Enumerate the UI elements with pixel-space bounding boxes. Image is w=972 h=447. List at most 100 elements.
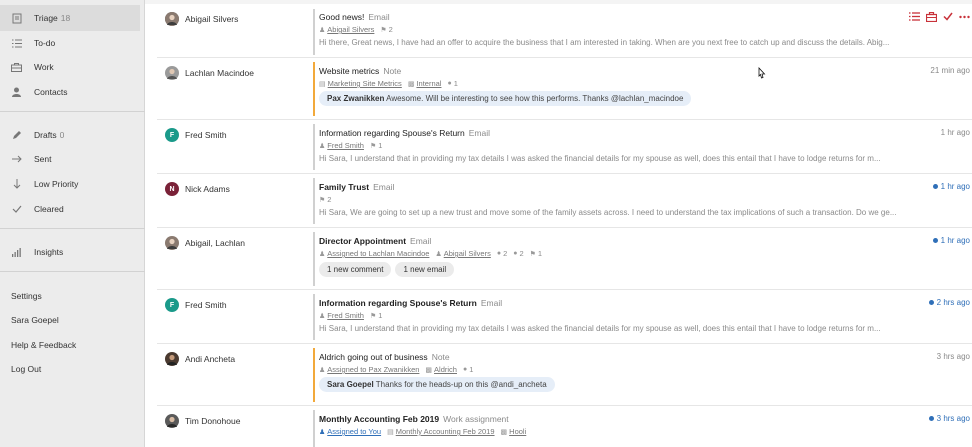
new-email-chip[interactable]: 1 new email (395, 262, 455, 277)
item-title[interactable]: Information regarding Spouse's Return (319, 128, 465, 138)
sidebar-item-work[interactable]: Work (0, 54, 140, 80)
item-kind: Email (368, 12, 390, 22)
list-item[interactable]: Abigail, Lachlan Director Appointment Ema… (157, 228, 972, 290)
person-icon (10, 86, 23, 99)
avatar (165, 414, 179, 428)
item-title[interactable]: Monthly Accounting Feb 2019 (319, 414, 439, 424)
sidebar-item-triage[interactable]: Triage 18 (0, 5, 140, 31)
list-item[interactable]: Abigail Silvers Good news! Email ♟ Abigail… (157, 4, 972, 58)
sender-name: Abigail, Lachlan (185, 238, 246, 248)
linked-item[interactable]: Marketing Site Metrics (328, 79, 402, 88)
item-title[interactable]: Director Appointment (319, 236, 406, 246)
assignee-link[interactable]: Abigail Silvers (327, 25, 374, 34)
briefcase-icon[interactable] (925, 11, 938, 25)
assigned-to-link[interactable]: Assigned to You (327, 427, 381, 436)
mouse-cursor-icon (756, 66, 766, 83)
type-bar (313, 410, 315, 447)
sidebar-item-label: Contacts (34, 87, 68, 97)
flag-icon: ⚑ (380, 26, 387, 34)
user-name[interactable]: Sara Goepel (11, 315, 59, 325)
sender-name: Andi Ancheta (185, 354, 236, 364)
assigned-to-link[interactable]: Assigned to Lachlan Macindoe (327, 249, 429, 258)
assignee-link[interactable]: Fred Smith (327, 141, 364, 150)
sidebar-item-label: Insights (34, 247, 64, 257)
item-title[interactable]: Information regarding Spouse's Return (319, 298, 477, 308)
document-icon: ▤ (387, 428, 394, 436)
folder-link[interactable]: Aldrich (434, 365, 457, 374)
check-icon (10, 203, 23, 216)
item-title[interactable]: Website metrics (319, 66, 379, 76)
sidebar: Triage 18 To-do Work Contacts Drafts 0 S… (0, 0, 145, 447)
folder-link[interactable]: Internal (416, 79, 441, 88)
sidebar-divider (0, 111, 145, 112)
flag-icon: ⚑ (369, 142, 377, 150)
sender-name: Abigail Silvers (185, 14, 239, 24)
check-icon[interactable] (943, 12, 953, 25)
comment-author: Pax Zwanikken (327, 94, 385, 103)
flag-icon: ⚑ (369, 312, 377, 320)
sidebar-item-label: Low Priority (34, 179, 79, 189)
logout-link[interactable]: Log Out (11, 364, 41, 374)
item-content: Family Trust Email ⚑ 2 Hi Sara, We are goi… (319, 182, 939, 217)
item-title[interactable]: Aldrich going out of business (319, 352, 428, 362)
sidebar-item-contacts[interactable]: Contacts (0, 79, 140, 105)
comment-preview[interactable]: Sara Goepel Thanks for the heads-up on t… (319, 377, 555, 392)
comment-icon: ● (462, 366, 468, 373)
assigned-to-link[interactable]: Assigned to Pax Zwanikken (327, 365, 419, 374)
item-title[interactable]: Good news! (319, 12, 364, 22)
item-content: Director Appointment Email ♟ Assigned to L… (319, 236, 939, 277)
help-feedback-link[interactable]: Help & Feedback (11, 340, 76, 350)
type-bar (313, 178, 315, 224)
person-icon: ♟ (319, 250, 326, 258)
comment-icon: ● (447, 80, 452, 87)
item-time: 3 hrs ago (928, 414, 970, 423)
item-time: 3 hrs ago (936, 352, 970, 361)
sidebar-item-sent[interactable]: Sent (0, 146, 140, 172)
item-content: Information regarding Spouse's Return Ema… (319, 298, 939, 333)
folder-icon: ▩ (407, 80, 415, 88)
linked-item[interactable]: Monthly Accounting Feb 2019 (396, 427, 495, 436)
item-title[interactable]: Family Trust (319, 182, 369, 192)
item-kind: Work assignment (443, 414, 509, 424)
list-icon[interactable] (909, 12, 920, 25)
assignee-link[interactable]: Fred Smith (327, 311, 364, 320)
sender-name: Nick Adams (185, 184, 230, 194)
pencil-icon (10, 129, 23, 142)
flag-icon: ⚑ (529, 250, 536, 258)
item-kind: Note (431, 352, 450, 362)
sidebar-item-todo[interactable]: To-do (0, 30, 140, 56)
item-time: 1 hr ago (932, 182, 970, 191)
folder-link[interactable]: Hooli (509, 427, 526, 436)
list-item[interactable]: Tim Donohoue Monthly Accounting Feb 2019… (157, 406, 972, 447)
avatar: F (165, 128, 179, 142)
person-icon: ♟ (319, 366, 326, 374)
assignee-link[interactable]: Abigail Silvers (444, 249, 491, 258)
sidebar-divider (0, 228, 145, 229)
type-bar (313, 9, 315, 55)
list-item[interactable]: N Nick Adams Family Trust Email ⚑ 2 Hi Sar… (157, 174, 972, 228)
sidebar-divider (0, 271, 145, 272)
type-bar (313, 124, 315, 170)
sidebar-item-low-priority[interactable]: Low Priority (0, 171, 140, 197)
item-time: 1 hr ago (940, 128, 970, 137)
list-item[interactable]: Andi Ancheta Aldrich going out of busine… (157, 344, 972, 406)
people-icon: ● (496, 250, 502, 257)
sidebar-item-cleared[interactable]: Cleared (0, 196, 140, 222)
list-icon (10, 37, 23, 50)
new-comment-chip[interactable]: 1 new comment (319, 262, 392, 277)
flag-count: 2 (388, 25, 393, 34)
sidebar-item-label: Cleared (34, 204, 64, 214)
item-content: Good news! Email ♟ Abigail Silvers ⚑ 2 Hi t… (319, 12, 939, 47)
sidebar-item-drafts[interactable]: Drafts 0 (0, 122, 140, 148)
list-item[interactable]: F Fred Smith Information regarding Spous… (157, 120, 972, 174)
comment-preview[interactable]: Pax Zwanikken Awesome. Will be interesti… (319, 91, 692, 106)
item-time: 1 hr ago (932, 236, 970, 245)
list-item[interactable]: Lachlan Macindoe Website metrics Note ▤ Ma… (157, 58, 972, 120)
more-icon[interactable] (959, 12, 970, 25)
settings-link[interactable]: Settings (11, 291, 42, 301)
item-content: Website metrics Note ▤ Marketing Site Metr… (319, 66, 939, 106)
comment-icon: ● (513, 250, 518, 257)
sidebar-item-insights[interactable]: Insights (0, 239, 140, 265)
flag-count: 1 (537, 249, 543, 258)
list-item[interactable]: F Fred Smith Information regarding Spous… (157, 290, 972, 344)
